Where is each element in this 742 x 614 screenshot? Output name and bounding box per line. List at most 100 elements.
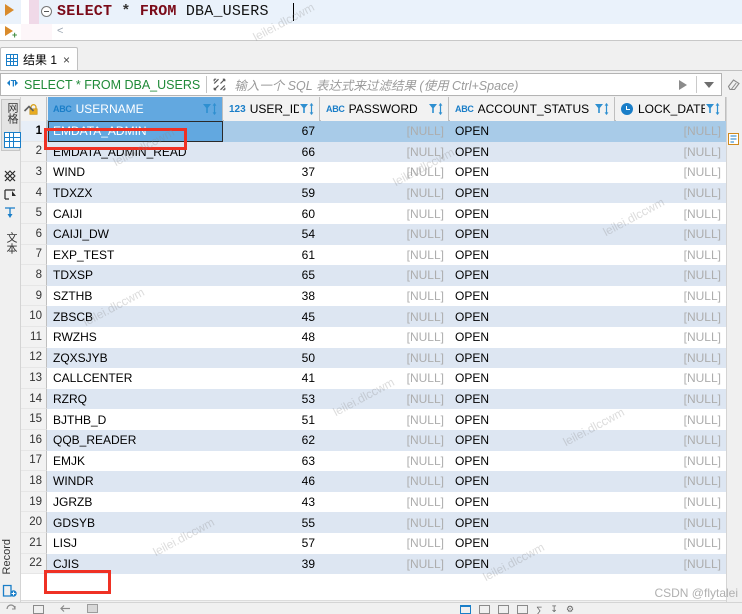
row-number[interactable]: 21 xyxy=(21,533,47,554)
cell-lock_date[interactable]: [NULL] xyxy=(616,142,726,163)
column-header-username[interactable]: ABC USERNAME xyxy=(48,97,223,121)
cell-account_status[interactable]: OPEN xyxy=(450,512,615,533)
vertical-scroll-up-arrow[interactable] xyxy=(23,103,35,115)
cell-lock_date[interactable]: [NULL] xyxy=(616,471,726,492)
cell-account_status[interactable]: OPEN xyxy=(450,471,615,492)
table-row[interactable]: 5 CAIJI 60 [NULL] OPEN [NULL] xyxy=(21,203,742,224)
cell-lock_date[interactable]: [NULL] xyxy=(616,327,726,348)
column-filter-sort-icon[interactable] xyxy=(202,102,219,116)
cell-lock_date[interactable]: [NULL] xyxy=(616,245,726,266)
filter-expression-icon[interactable]: T xyxy=(5,77,20,92)
cell-username[interactable]: CAIJI_DW xyxy=(48,224,223,245)
table-row[interactable]: 1 EMDATA_ADMIN 67 [NULL] OPEN [NULL] xyxy=(21,121,742,142)
column-filter-sort-icon[interactable] xyxy=(299,102,316,116)
row-number[interactable]: 17 xyxy=(21,450,47,472)
cell-lock_date[interactable]: [NULL] xyxy=(616,368,726,389)
cell-password[interactable]: [NULL] xyxy=(321,409,449,430)
cell-user_id[interactable]: 45 xyxy=(224,306,320,327)
save-changes-icon[interactable] xyxy=(33,605,44,614)
cell-account_status[interactable]: OPEN xyxy=(450,142,615,163)
row-number[interactable]: 19 xyxy=(21,491,47,513)
cell-password[interactable]: [NULL] xyxy=(321,327,449,348)
table-row[interactable]: 4 TDXZX 59 [NULL] OPEN [NULL] xyxy=(21,182,742,204)
cell-user_id[interactable]: 37 xyxy=(224,162,320,183)
cell-account_status[interactable]: OPEN xyxy=(450,451,615,472)
table-row[interactable]: 18 WINDR 46 [NULL] OPEN [NULL] xyxy=(21,471,742,492)
table-row[interactable]: 7 EXP_TEST 61 [NULL] OPEN [NULL] xyxy=(21,244,742,266)
cell-account_status[interactable]: OPEN xyxy=(450,389,615,410)
cell-password[interactable]: [NULL] xyxy=(321,348,449,369)
table-row[interactable]: 8 TDXSP 65 [NULL] OPEN [NULL] xyxy=(21,265,742,286)
column-header-password[interactable]: ABC PASSWORD xyxy=(321,97,449,121)
add-record-icon[interactable] xyxy=(2,584,18,598)
cell-user_id[interactable]: 60 xyxy=(224,203,320,224)
cell-username[interactable]: TDXZX xyxy=(48,183,223,204)
cell-password[interactable]: [NULL] xyxy=(321,533,449,554)
row-number[interactable]: 2 xyxy=(21,141,47,163)
cell-account_status[interactable]: OPEN xyxy=(450,348,615,369)
table-row[interactable]: 9 SZTHB 38 [NULL] OPEN [NULL] xyxy=(21,285,742,307)
table-row[interactable]: 2 EMDATA_ADMIN_READ 66 [NULL] OPEN [NULL] xyxy=(21,141,742,163)
cell-user_id[interactable]: 59 xyxy=(224,183,320,204)
refresh-icon[interactable] xyxy=(6,604,17,614)
text-mode-icon[interactable] xyxy=(479,605,490,614)
table-row[interactable]: 15 BJTHB_D 51 [NULL] OPEN [NULL] xyxy=(21,409,742,430)
transpose-icon[interactable] xyxy=(517,605,528,614)
cell-username[interactable]: WINDR xyxy=(48,471,223,492)
cell-user_id[interactable]: 53 xyxy=(224,389,320,410)
table-row[interactable]: 14 RZRQ 53 [NULL] OPEN [NULL] xyxy=(21,388,742,410)
cell-account_status[interactable]: OPEN xyxy=(450,121,615,142)
cell-user_id[interactable]: 41 xyxy=(224,368,320,389)
filter-placeholder[interactable]: 输入一个 SQL 表达式来过滤结果 (使用 Ctrl+Space) xyxy=(234,75,670,94)
cell-username[interactable]: ZBSCB xyxy=(48,306,223,327)
cell-username[interactable]: GDSYB xyxy=(48,512,223,533)
cell-password[interactable]: [NULL] xyxy=(321,121,449,142)
cell-user_id[interactable]: 54 xyxy=(224,224,320,245)
cell-account_status[interactable]: OPEN xyxy=(450,492,615,513)
cell-lock_date[interactable]: [NULL] xyxy=(616,533,726,554)
cell-lock_date[interactable]: [NULL] xyxy=(616,430,726,451)
sidebar-group-grid[interactable]: 网格 xyxy=(1,99,21,151)
table-row[interactable]: 6 CAIJI_DW 54 [NULL] OPEN [NULL] xyxy=(21,224,742,245)
column-header-user_id[interactable]: 123 USER_ID xyxy=(224,97,320,121)
cell-user_id[interactable]: 46 xyxy=(224,471,320,492)
cell-account_status[interactable]: OPEN xyxy=(450,533,615,554)
tab-result-1[interactable]: 结果 1 × xyxy=(0,47,79,71)
execute-statement-icon[interactable] xyxy=(5,4,14,16)
settings-icon[interactable]: ⚙ xyxy=(566,604,574,614)
execute-new-tab-icon[interactable]: + xyxy=(12,31,17,40)
cell-username[interactable]: ZQXSJYB xyxy=(48,348,223,369)
row-number[interactable]: 11 xyxy=(21,327,47,348)
close-icon[interactable]: × xyxy=(62,54,71,66)
row-number[interactable]: 3 xyxy=(21,162,47,183)
cell-password[interactable]: [NULL] xyxy=(321,554,449,575)
cell-lock_date[interactable]: [NULL] xyxy=(616,306,726,327)
script-icon[interactable] xyxy=(87,604,98,614)
cell-password[interactable]: [NULL] xyxy=(321,430,449,451)
cell-username[interactable]: LISJ xyxy=(48,533,223,554)
cell-account_status[interactable]: OPEN xyxy=(450,286,615,307)
cell-username[interactable]: BJTHB_D xyxy=(48,409,223,430)
cell-user_id[interactable]: 66 xyxy=(224,142,320,163)
cell-lock_date[interactable]: [NULL] xyxy=(616,554,726,575)
expand-panel-icon[interactable] xyxy=(213,78,226,91)
column-filter-sort-icon[interactable] xyxy=(428,102,445,116)
cell-password[interactable]: [NULL] xyxy=(321,183,449,204)
column-filter-sort-icon[interactable] xyxy=(594,102,611,116)
cell-account_status[interactable]: OPEN xyxy=(450,245,615,266)
cell-user_id[interactable]: 51 xyxy=(224,409,320,430)
cell-lock_date[interactable]: [NULL] xyxy=(616,389,726,410)
row-number[interactable]: 16 xyxy=(21,430,47,451)
cell-username[interactable]: CJIS xyxy=(48,554,223,575)
cell-lock_date[interactable]: [NULL] xyxy=(616,265,726,286)
table-row[interactable]: 13 CALLCENTER 41 [NULL] OPEN [NULL] xyxy=(21,368,742,389)
row-number[interactable]: 10 xyxy=(21,306,47,327)
cell-user_id[interactable]: 48 xyxy=(224,327,320,348)
row-number[interactable]: 5 xyxy=(21,203,47,224)
sql-statement-text[interactable]: SELECT * FROM DBA_USERS xyxy=(57,2,269,22)
row-number[interactable]: 14 xyxy=(21,388,47,410)
result-grid[interactable]: ABC USERNAME 123 USER_ID ABC PASSWORD ABC ACCOU… xyxy=(21,97,742,614)
cell-user_id[interactable]: 65 xyxy=(224,265,320,286)
cell-password[interactable]: [NULL] xyxy=(321,224,449,245)
cell-account_status[interactable]: OPEN xyxy=(450,327,615,348)
